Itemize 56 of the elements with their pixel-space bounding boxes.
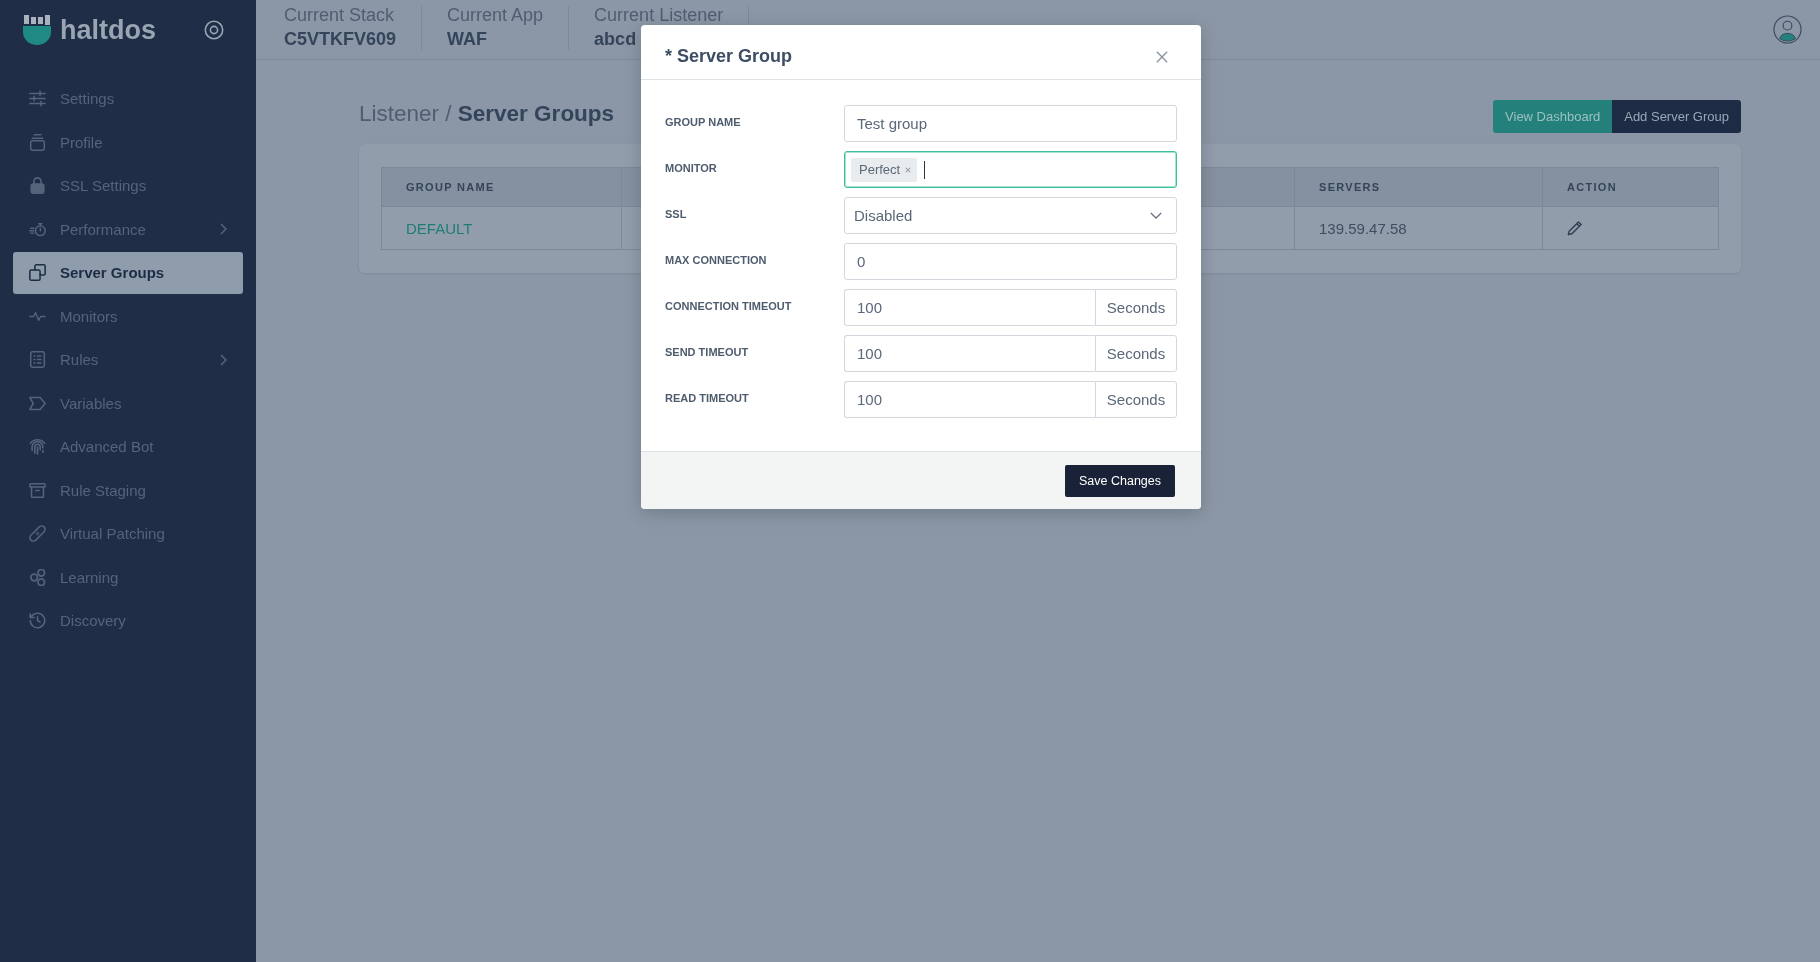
context-label: Current Listener [594, 6, 724, 25]
close-icon[interactable] [1156, 50, 1168, 63]
tray-icon [29, 133, 46, 151]
circles-icon [29, 568, 46, 586]
chevron-down-icon [1150, 212, 1162, 219]
context-value: abcd [594, 28, 638, 50]
context-value: C5VTKFV609 [284, 28, 397, 50]
logo-icon [23, 15, 51, 45]
field-label: SSL [665, 208, 688, 220]
overlapping-squares-icon [29, 264, 46, 282]
tag-icon [29, 394, 46, 412]
logo-text: haltdos [60, 16, 156, 44]
context-value: WAF [447, 28, 489, 50]
avatar-icon[interactable] [1773, 15, 1802, 44]
unit-addon: Seconds [1095, 381, 1177, 418]
unit-addon: Seconds [1095, 335, 1177, 372]
tag-input-field[interactable]: Perfect [844, 151, 1177, 188]
text-field[interactable]: Test group [844, 105, 1177, 142]
modal-title: * Server Group [665, 46, 793, 67]
group-link[interactable]: DEFAULT [406, 219, 473, 237]
text-cursor-icon [924, 160, 926, 179]
stopwatch-icon [29, 220, 46, 238]
field-label: MAX CONNECTION [665, 254, 768, 266]
fingerprint-icon [29, 438, 46, 456]
column-header: ACTION [1566, 180, 1618, 195]
page-title: Listener / Server Groups [359, 100, 615, 127]
field-label: READ TIMEOUT [665, 392, 750, 404]
context-label: Current Stack [284, 6, 396, 25]
select-field[interactable]: Disabled [844, 197, 1177, 234]
archive-box-icon [29, 481, 46, 499]
sidebar-item[interactable]: Server Groups [13, 252, 243, 294]
field-label: SEND TIMEOUT [665, 346, 750, 358]
number-field[interactable]: 100 [844, 289, 1095, 326]
target-icon[interactable] [204, 20, 224, 40]
unit-addon: Seconds [1095, 289, 1177, 326]
field-label: CONNECTION TIMEOUT [665, 300, 793, 312]
context-label: Current App [447, 6, 544, 25]
history-icon [29, 612, 46, 630]
bandage-icon [29, 525, 46, 543]
field-label: GROUP NAME [665, 116, 742, 128]
action-button[interactable]: View Dashboard [1493, 100, 1613, 133]
field-label: MONITOR [665, 162, 718, 174]
selected-tag[interactable]: Perfect [851, 157, 918, 182]
action-button[interactable]: Add Server Group [1612, 100, 1741, 133]
number-field[interactable]: 100 [844, 335, 1095, 372]
close-icon[interactable] [905, 166, 912, 173]
list-icon [29, 351, 46, 369]
save-button[interactable]: Save Changes [1065, 464, 1175, 497]
sliders-icon [29, 90, 46, 108]
column-header: SERVERS [1295, 168, 1543, 206]
text-field[interactable]: 0 [844, 243, 1177, 280]
lock-icon [29, 177, 46, 195]
table-cell: 139.59.47.58 [1295, 207, 1543, 249]
pencil-icon[interactable] [1567, 220, 1582, 236]
number-field[interactable]: 100 [844, 381, 1095, 418]
column-header: GROUP NAME [382, 168, 622, 206]
